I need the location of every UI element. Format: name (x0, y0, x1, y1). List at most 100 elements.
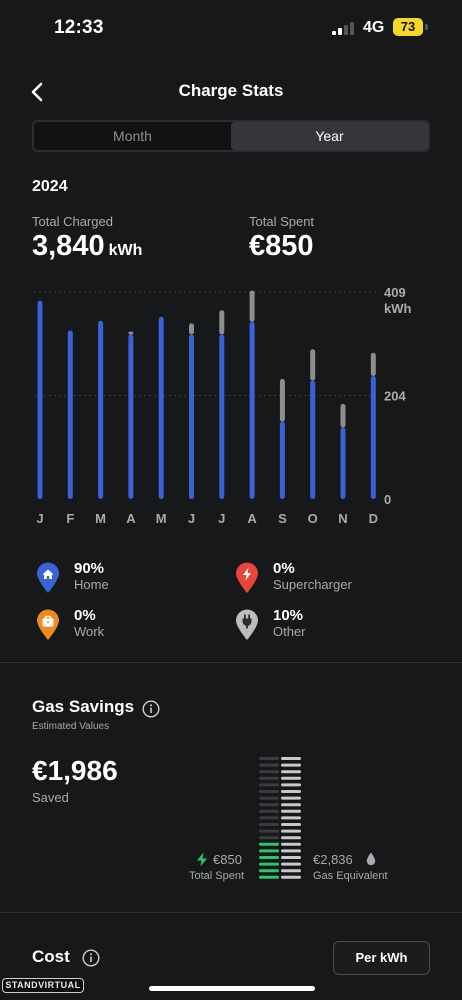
electric-bar-segment (259, 803, 279, 807)
bar-home[interactable] (189, 334, 194, 499)
bar-home[interactable] (310, 380, 316, 499)
home-icon (37, 562, 59, 593)
legend-supercharger: 0% Supercharger (235, 560, 395, 600)
bar-home[interactable] (128, 334, 134, 499)
gas-bar-segment (281, 770, 301, 774)
gas-bar-segment (281, 796, 301, 800)
electric-bar-segment (259, 809, 279, 813)
bar-home[interactable] (249, 321, 255, 499)
gas-total-spent-value: €850 (213, 852, 242, 867)
gas-comparison-ladder (259, 757, 301, 879)
bar-other[interactable] (340, 403, 346, 428)
electric-bar-segment (259, 823, 279, 826)
cellular-signal-icon (332, 21, 356, 35)
gas-savings-info-icon[interactable] (142, 700, 160, 718)
period-segmented-control: Month Year (32, 120, 430, 152)
battery-icon: 73 (393, 18, 423, 36)
gas-bar-segment (281, 842, 301, 846)
legend-supercharger-pct: 0% (273, 560, 295, 577)
legend-supercharger-name: Supercharger (273, 577, 352, 592)
legend-home: 90% Home (36, 560, 196, 600)
bar-other[interactable] (370, 352, 376, 377)
page-title: Charge Stats (178, 81, 284, 100)
saved-value: €1,986 (32, 755, 118, 786)
gas-bar-segment (281, 783, 301, 787)
legend-work-name: Work (74, 624, 105, 639)
network-type: 4G (363, 19, 385, 36)
home-indicator[interactable] (149, 986, 315, 991)
bolt-icon (236, 562, 258, 593)
electric-bar-segment (259, 829, 279, 833)
gas-bar-segment (281, 803, 301, 807)
bar-home[interactable] (219, 334, 225, 499)
bar-other[interactable] (219, 310, 225, 335)
per-kwh-button[interactable]: Per kWh (333, 941, 430, 975)
legend-other: 10% Other (235, 607, 395, 647)
total-spent-value: €850 (249, 230, 314, 262)
gas-savings-subtitle: Estimated Values (32, 721, 110, 732)
y-tick-label: 0 (384, 492, 391, 507)
x-tick-label: O (308, 511, 318, 526)
y-tick-label: 409 (384, 285, 406, 300)
total-charged-label: Total Charged (32, 214, 113, 229)
bar-other[interactable] (310, 349, 316, 381)
y-tick-label: 204 (384, 389, 406, 404)
electric-bar-segment (259, 856, 279, 859)
x-tick-label: J (218, 511, 225, 526)
electric-bar-segment (259, 836, 279, 840)
status-time: 12:33 (54, 17, 104, 38)
electric-bar-segment (259, 862, 279, 866)
x-tick-label: A (126, 511, 136, 526)
bar-other[interactable] (279, 379, 285, 422)
legend-home-pct: 90% (74, 560, 105, 577)
total-spent-label: Total Spent (249, 214, 315, 229)
gas-bar-segment (281, 776, 301, 780)
saved-label: Saved (32, 790, 69, 805)
battery-tip (425, 24, 428, 30)
bar-other[interactable] (189, 323, 194, 335)
bar-home[interactable] (67, 330, 73, 499)
bar-other[interactable] (249, 290, 255, 322)
gas-bar-segment (281, 816, 301, 820)
legend-other-name: Other (273, 624, 306, 639)
gas-bar-segment (281, 809, 301, 813)
electric-bar-segment (259, 776, 279, 780)
watermark-logo: STANDVIRTUAL (2, 978, 84, 993)
bar-home[interactable] (279, 421, 285, 499)
x-tick-label: N (338, 511, 347, 526)
tab-month[interactable]: Month (34, 122, 231, 150)
electric-bar-segment (259, 763, 279, 767)
electric-bar-segment (259, 796, 279, 800)
gas-bar-segment (281, 823, 301, 826)
total-charged-value-group: 3,840 kWh (32, 230, 142, 263)
electric-bar-segment (259, 842, 279, 846)
gas-bar-segment (281, 849, 301, 853)
gas-equivalent-value: €2,836 (313, 852, 353, 867)
x-tick-label: F (66, 511, 74, 526)
x-tick-label: M (95, 511, 106, 526)
bar-home[interactable] (37, 300, 43, 499)
electric-bar-segment (259, 816, 279, 820)
legend-other-pct: 10% (273, 607, 304, 624)
gas-bar-segment (281, 829, 301, 833)
charge-bar-chart: 0 204 409kWh J F M A M J J A S O N D (34, 285, 412, 526)
x-tick-label: J (188, 511, 195, 526)
bar-home[interactable] (340, 427, 346, 499)
electric-bar-segment (259, 783, 279, 787)
x-tick-label: D (369, 511, 378, 526)
bolt-icon (197, 852, 207, 867)
electric-bar-segment (259, 770, 279, 774)
gas-bar-segment (281, 757, 301, 760)
year-label: 2024 (32, 178, 68, 195)
tab-year[interactable]: Year (231, 122, 428, 150)
section-divider (0, 662, 462, 663)
x-tick-label: J (36, 511, 43, 526)
bar-home[interactable] (370, 376, 376, 499)
bar-other[interactable] (128, 331, 134, 335)
bar-home[interactable] (158, 316, 164, 499)
cost-info-icon[interactable] (82, 949, 100, 967)
header: Charge Stats (0, 70, 462, 112)
total-charged-unit: kWh (108, 242, 143, 259)
bar-home[interactable] (98, 320, 104, 499)
gas-total-spent-label: Total Spent (189, 870, 245, 882)
